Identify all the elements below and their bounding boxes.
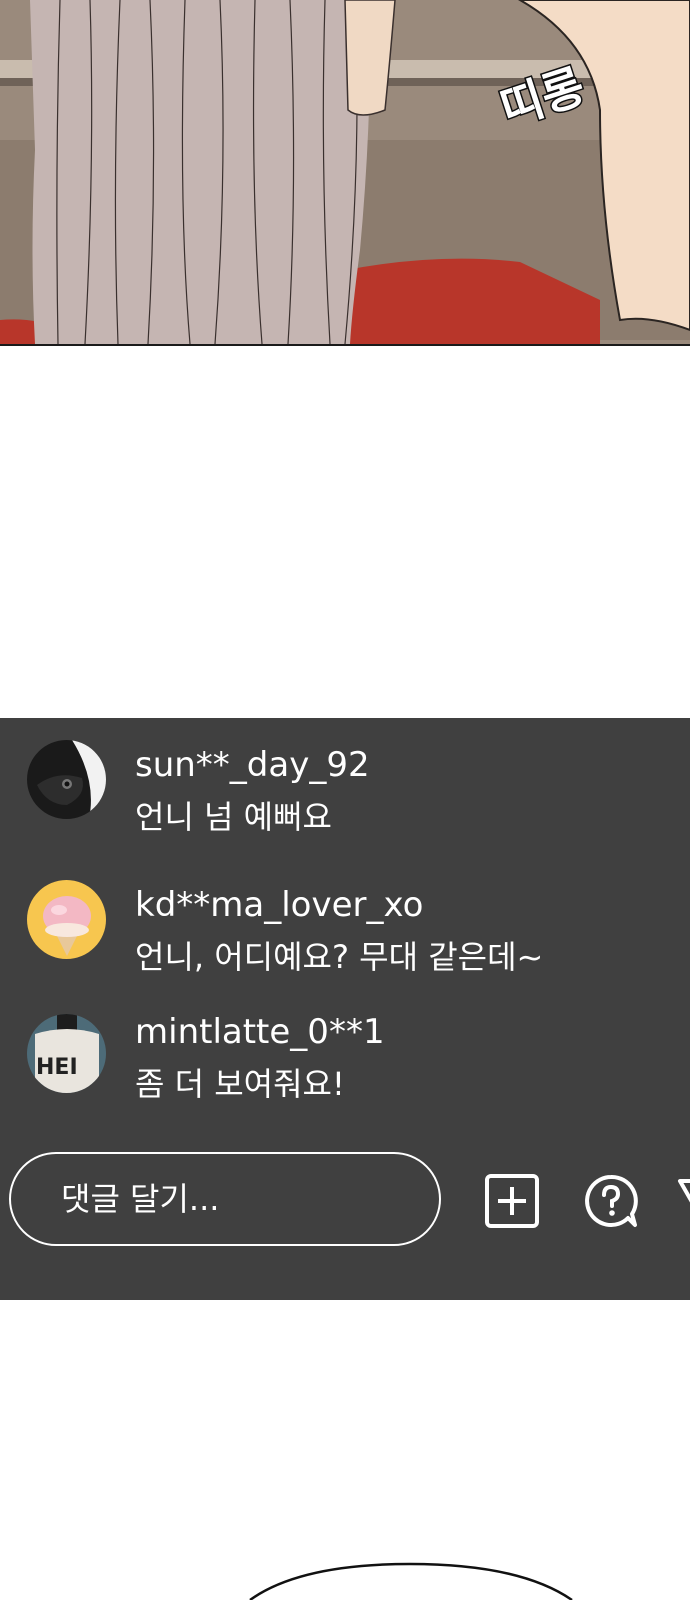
comment-item: HEI mintlatte_0**1 좀 더 보여줘요! <box>0 1012 690 1104</box>
speech-bubble <box>249 1562 573 1600</box>
live-chat-overlay: sun**_day_92 언니 넘 예뻐요 kd**ma_lover_xo 언니… <box>0 718 690 1300</box>
comment-username[interactable]: sun**_day_92 <box>135 745 370 785</box>
svg-text:HEI: HEI <box>36 1055 78 1080</box>
comment-input[interactable]: 댓글 달기... <box>9 1152 441 1246</box>
comment-message: 언니 넘 예뻐요 <box>135 798 332 836</box>
send-icon[interactable] <box>676 1173 690 1229</box>
comment-message: 좀 더 보여줘요! <box>135 1065 345 1103</box>
dog-avatar[interactable] <box>27 740 106 819</box>
comment-username[interactable]: kd**ma_lover_xo <box>135 885 423 925</box>
add-square-icon[interactable] <box>484 1173 540 1229</box>
comment-item: sun**_day_92 언니 넘 예뻐요 <box>0 740 690 836</box>
question-bubble-icon[interactable] <box>583 1173 639 1229</box>
panel-illustration: 띠롱 <box>0 0 690 344</box>
comment-input-placeholder: 댓글 달기... <box>61 1180 220 1218</box>
person-avatar[interactable]: HEI <box>27 1014 106 1093</box>
ice-cream-avatar[interactable] <box>27 880 106 959</box>
comment-message: 언니, 어디예요? 무대 같은데~ <box>135 938 544 976</box>
comment-item: kd**ma_lover_xo 언니, 어디예요? 무대 같은데~ <box>0 880 690 976</box>
comment-username[interactable]: mintlatte_0**1 <box>135 1012 385 1052</box>
comic-panel: 띠롱 <box>0 0 690 346</box>
